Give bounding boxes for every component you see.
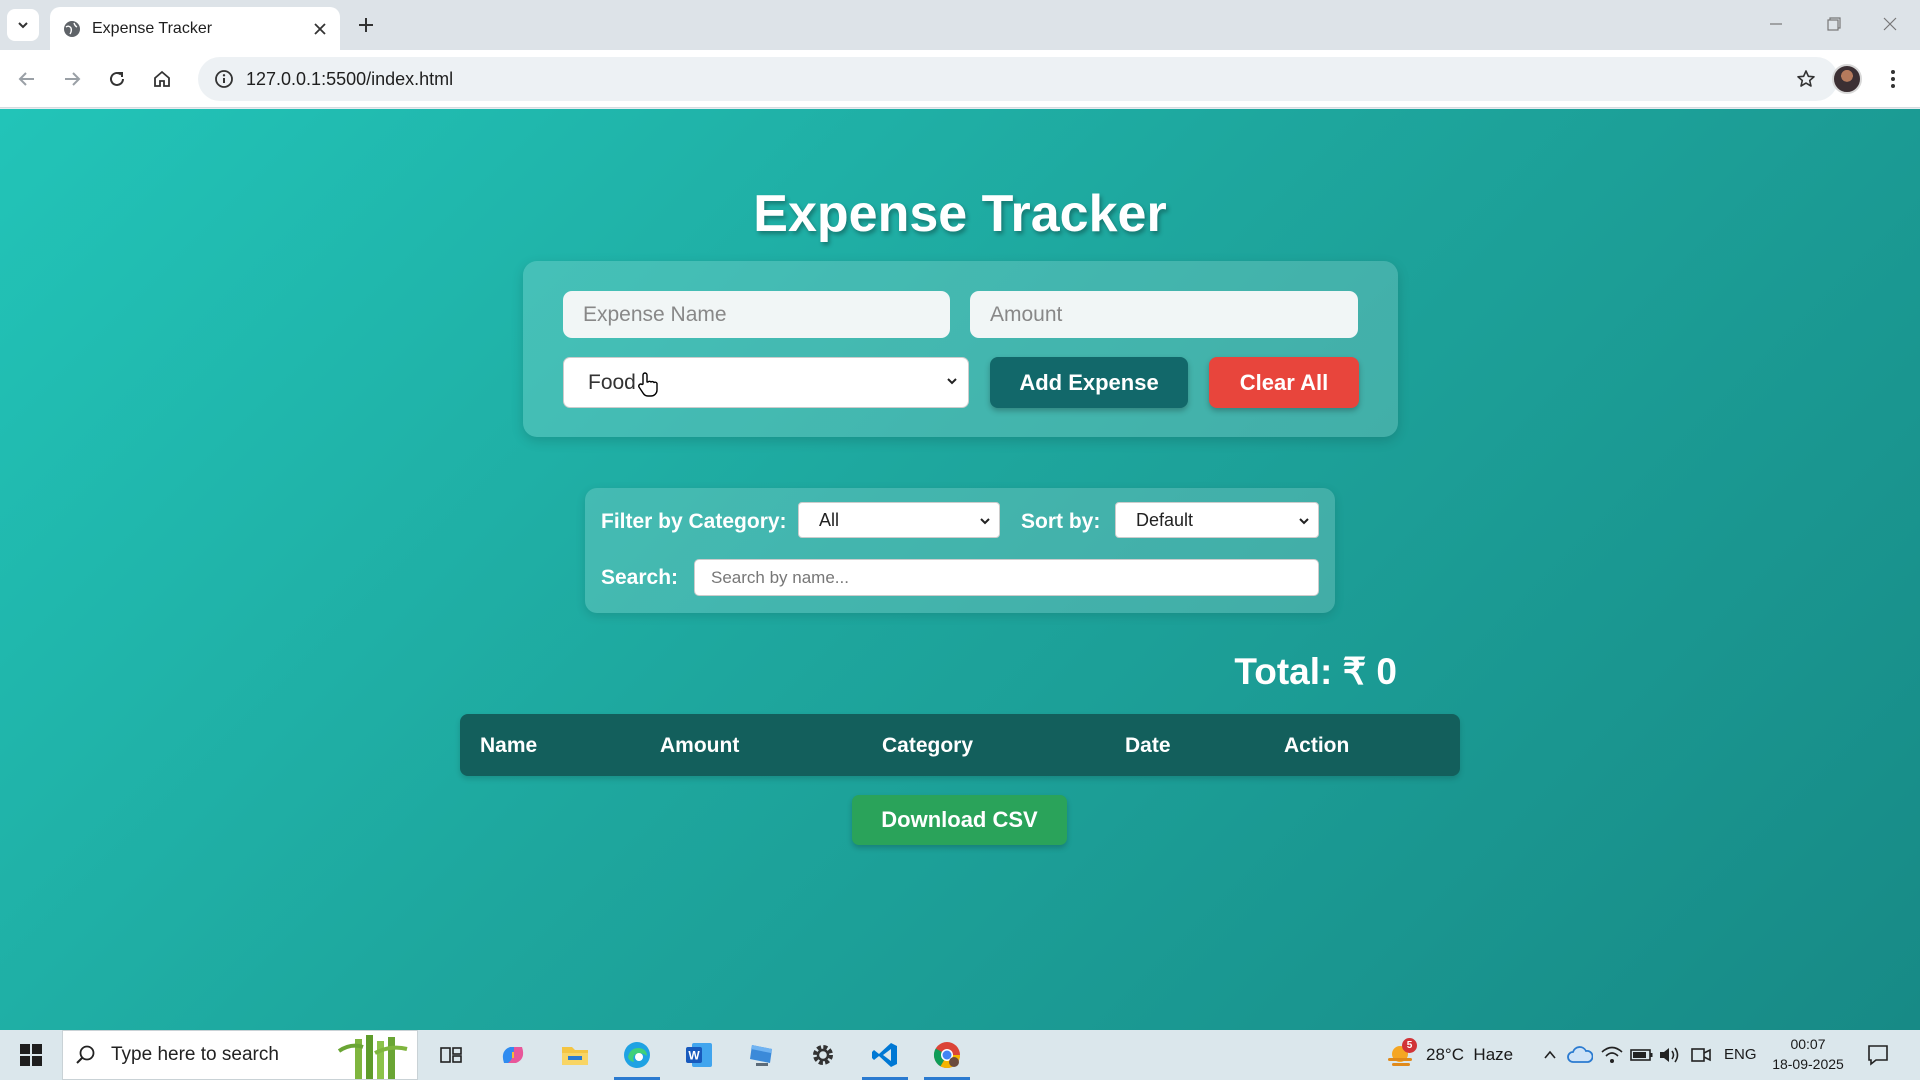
amount-input[interactable] xyxy=(970,291,1358,338)
sort-label: Sort by: xyxy=(1021,510,1101,533)
start-button[interactable] xyxy=(0,1030,62,1080)
close-icon xyxy=(1883,17,1897,31)
close-window-button[interactable] xyxy=(1862,0,1918,48)
download-csv-button[interactable]: Download CSV xyxy=(852,795,1067,845)
globe-icon xyxy=(62,19,82,39)
bookmark-star-icon[interactable] xyxy=(1786,59,1826,99)
plus-icon xyxy=(359,18,373,32)
column-header-category[interactable]: Category xyxy=(882,734,973,758)
browser-tab-strip: Expense Tracker xyxy=(0,0,1920,50)
taskbar-search-placeholder: Type here to search xyxy=(111,1044,279,1065)
battery-icon[interactable] xyxy=(1630,1046,1654,1064)
chrome-icon[interactable] xyxy=(916,1030,978,1080)
category-select[interactable]: Food xyxy=(563,357,969,408)
clock[interactable]: 00:07 18-09-2025 xyxy=(1768,1034,1848,1074)
browser-menu-button[interactable] xyxy=(1876,62,1910,96)
vscode-icon[interactable] xyxy=(854,1030,916,1080)
taskbar-search-box[interactable]: Type here to search xyxy=(62,1030,418,1080)
expense-name-input[interactable] xyxy=(563,291,950,338)
clock-date: 18-09-2025 xyxy=(1772,1056,1844,1072)
filter-category-value: All xyxy=(819,509,840,530)
forward-button[interactable] xyxy=(55,62,89,96)
restore-icon xyxy=(1827,17,1841,31)
column-header-date[interactable]: Date xyxy=(1125,734,1171,758)
remote-desktop-icon[interactable] xyxy=(730,1030,792,1080)
arrow-right-icon xyxy=(65,72,81,86)
chevron-down-icon xyxy=(980,518,990,525)
search-input[interactable] xyxy=(694,559,1319,596)
weather-badge: 5 xyxy=(1402,1038,1417,1053)
meet-now-icon[interactable] xyxy=(1690,1044,1712,1066)
column-header-action[interactable]: Action xyxy=(1284,734,1349,758)
tab-search-button[interactable] xyxy=(7,9,39,41)
weather-widget[interactable]: 5 28°C Haze xyxy=(1380,1030,1550,1080)
tab-title: Expense Tracker xyxy=(92,19,213,37)
reload-icon xyxy=(110,71,124,86)
expense-table-header: Name Amount Category Date Action xyxy=(460,714,1460,776)
new-tab-button[interactable] xyxy=(350,9,382,41)
show-hidden-icons-button[interactable] xyxy=(1538,1042,1562,1068)
minimize-icon xyxy=(1770,23,1782,25)
browser-toolbar: 127.0.0.1:5500/index.html xyxy=(0,50,1920,108)
wifi-icon[interactable] xyxy=(1600,1044,1624,1066)
close-tab-icon[interactable] xyxy=(306,15,334,43)
browser-tab[interactable]: Expense Tracker xyxy=(50,7,340,50)
edge-icon[interactable] xyxy=(606,1030,668,1080)
page-content: Expense Tracker Food Add Expense Clear A… xyxy=(0,109,1920,1030)
restore-button[interactable] xyxy=(1806,0,1862,48)
word-icon[interactable]: W xyxy=(668,1030,730,1080)
onedrive-cloud-icon[interactable] xyxy=(1567,1044,1593,1066)
clear-all-button[interactable]: Clear All xyxy=(1209,357,1359,408)
language-indicator[interactable]: ENG xyxy=(1724,1046,1757,1063)
add-expense-button[interactable]: Add Expense xyxy=(990,357,1188,408)
chevron-down-icon xyxy=(18,22,28,29)
column-header-name[interactable]: Name xyxy=(480,734,537,758)
filter-card: Filter by Category: All Sort by: Default… xyxy=(585,488,1335,613)
home-button[interactable] xyxy=(145,62,179,96)
back-button[interactable] xyxy=(10,62,44,96)
chevron-down-icon xyxy=(947,378,957,385)
category-select-value: Food xyxy=(588,370,636,394)
page-title: Expense Tracker xyxy=(753,185,1167,243)
chevron-down-icon xyxy=(1299,518,1309,525)
settings-icon[interactable] xyxy=(792,1030,854,1080)
profile-avatar[interactable] xyxy=(1832,64,1862,94)
column-header-amount[interactable]: Amount xyxy=(660,734,739,758)
filter-category-label: Filter by Category: xyxy=(601,510,787,533)
hand-cursor-icon xyxy=(638,372,658,397)
file-explorer-icon[interactable] xyxy=(544,1030,606,1080)
site-info-icon[interactable] xyxy=(202,57,246,101)
task-view-icon[interactable] xyxy=(420,1030,482,1080)
search-label: Search: xyxy=(601,566,679,589)
svg-text:W: W xyxy=(688,1049,700,1063)
volume-icon[interactable] xyxy=(1658,1044,1682,1066)
sort-value: Default xyxy=(1136,509,1194,530)
taskbar: Type here to search W 5 28°C Haze ENG 00… xyxy=(0,1030,1920,1080)
copilot-icon[interactable] xyxy=(482,1030,544,1080)
clock-time: 00:07 xyxy=(1790,1036,1826,1052)
more-vertical-icon xyxy=(1891,70,1895,88)
expense-form-card: Food Add Expense Clear All xyxy=(523,261,1398,437)
weather-text: 28°C Haze xyxy=(1426,1045,1514,1064)
bamboo-highlight-icon xyxy=(337,1035,408,1079)
arrow-left-icon xyxy=(18,72,34,86)
windows-icon xyxy=(20,1044,42,1066)
notification-center-icon[interactable] xyxy=(1866,1043,1890,1067)
home-icon xyxy=(154,70,170,87)
filter-category-select[interactable]: All xyxy=(798,502,1000,538)
address-bar[interactable]: 127.0.0.1:5500/index.html xyxy=(198,57,1838,101)
reload-button[interactable] xyxy=(100,62,134,96)
search-icon xyxy=(76,1045,95,1064)
chevron-up-icon xyxy=(1544,1050,1556,1059)
total-amount: Total: ₹ 0 xyxy=(1234,651,1397,692)
url-text: 127.0.0.1:5500/index.html xyxy=(246,68,454,89)
sort-select[interactable]: Default xyxy=(1115,502,1319,538)
minimize-button[interactable] xyxy=(1748,0,1804,48)
